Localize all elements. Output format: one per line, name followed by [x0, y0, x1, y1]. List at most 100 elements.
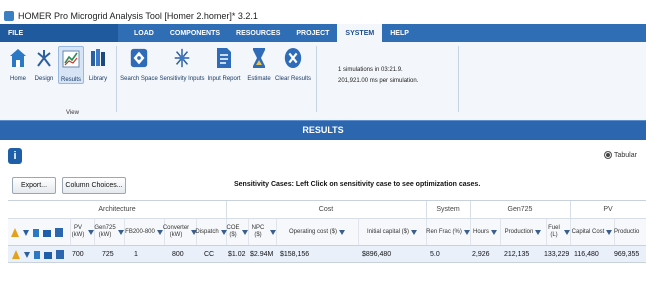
- component-icons: [11, 228, 63, 237]
- view-group-label: View: [66, 110, 79, 116]
- group-system: System: [426, 201, 471, 218]
- results-icon: [61, 47, 81, 71]
- ribbon-tab-bar: FILE LOAD COMPONENTS RESOURCES PROJECT S…: [0, 24, 646, 42]
- tab-file[interactable]: FILE: [0, 24, 118, 42]
- tab-load[interactable]: LOAD: [126, 24, 162, 42]
- clear-results-button[interactable]: Clear Results: [275, 46, 312, 82]
- header-pv[interactable]: PV (kW): [70, 219, 95, 245]
- input-report-icon: [214, 46, 234, 70]
- app-logo-icon: [4, 11, 14, 21]
- cell-gen725: 725: [102, 250, 114, 258]
- filter-icon[interactable]: [491, 229, 497, 235]
- ribbon-divider: [316, 46, 317, 112]
- header-fuel[interactable]: Fuel (L): [546, 219, 571, 245]
- design-icon: [34, 46, 54, 70]
- filter-icon[interactable]: [339, 229, 346, 235]
- input-report-button[interactable]: Input Report: [206, 46, 242, 82]
- column-header-row: PV (kW) Gen725 (kW) FB200-800 Converter …: [8, 219, 646, 246]
- header-production[interactable]: Production: [500, 219, 547, 245]
- cell-dispatch: CC: [204, 250, 215, 258]
- tab-components[interactable]: COMPONENTS: [162, 24, 228, 42]
- table-row[interactable]: 700 725 1 800 CC $1.02 $2.94M $158,156 $…: [8, 246, 646, 263]
- tab-help[interactable]: HELP: [382, 24, 417, 42]
- component-icons: [12, 250, 64, 259]
- cell-coe: $1.02: [228, 250, 246, 258]
- filter-icon[interactable]: [535, 229, 542, 235]
- results-button[interactable]: Results: [58, 46, 84, 84]
- tab-system[interactable]: SYSTEM: [337, 24, 383, 42]
- window-title: HOMER Pro Microgrid Analysis Tool [Homer…: [18, 11, 258, 21]
- ribbon-divider: [458, 46, 459, 112]
- cell-fuel: 133,229: [544, 250, 570, 258]
- filter-icon[interactable]: [411, 229, 418, 235]
- cell-initial-capital: $896,480: [362, 250, 392, 258]
- design-label: Design: [34, 76, 54, 82]
- filter-icon[interactable]: [463, 229, 470, 235]
- header-hours[interactable]: Hours: [470, 219, 501, 245]
- design-button[interactable]: Design: [32, 46, 56, 84]
- ribbon-divider: [116, 46, 117, 112]
- library-icon: [88, 46, 108, 70]
- cell-production-pv: 969,355: [614, 250, 640, 258]
- status-line-simulations: 1 simulations in 03:21.9.: [338, 67, 403, 73]
- cell-capital-cost: 116,480: [574, 250, 599, 258]
- cell-operating-cost: $158,156: [280, 250, 310, 258]
- info-icon[interactable]: i: [8, 148, 22, 164]
- header-icons: [8, 219, 71, 245]
- group-cost: Cost: [226, 201, 427, 218]
- home-button[interactable]: Home: [6, 46, 30, 84]
- cell-converter: 800: [172, 250, 184, 258]
- library-label: Library: [88, 76, 108, 82]
- search-space-button[interactable]: Search Space: [120, 46, 158, 82]
- tab-resources[interactable]: RESOURCES: [228, 24, 288, 42]
- header-initial-capital[interactable]: Initial capital ($): [358, 219, 427, 245]
- clear-results-label: Clear Results: [275, 76, 312, 82]
- header-ren-frac[interactable]: Ren Frac (%): [426, 219, 471, 245]
- group-architecture: Architecture: [8, 201, 227, 218]
- cell-ren-frac: 5.0: [430, 250, 440, 258]
- ribbon-panel: Home Design Results Library View Search …: [0, 42, 646, 121]
- search-space-icon: [129, 46, 149, 70]
- estimate-icon: [249, 46, 269, 70]
- status-line-ms: 201,921.00 ms per simulation.: [338, 78, 419, 84]
- header-fb200[interactable]: FB200-800: [124, 219, 165, 245]
- column-choices-button[interactable]: Column Choices...: [62, 177, 126, 194]
- filter-icon[interactable]: [606, 229, 613, 235]
- sensitivity-inputs-icon: [172, 46, 192, 70]
- header-capital-cost[interactable]: Capital Cost: [570, 219, 615, 245]
- header-npc[interactable]: NPC ($): [248, 219, 277, 245]
- results-table: Architecture Cost System Gen725 PV PV (k…: [8, 200, 646, 263]
- group-pv: PV: [603, 206, 613, 213]
- view-group: Home Design Results Library: [6, 46, 110, 84]
- estimate-button[interactable]: Estimate: [244, 46, 274, 82]
- cell-fb200: 1: [134, 250, 138, 258]
- tab-project[interactable]: PROJECT: [288, 24, 337, 42]
- cell-pv: 700: [72, 250, 84, 258]
- clear-results-icon: [283, 46, 303, 70]
- clipped-top-strip: [0, 0, 646, 8]
- action-group: Search Space Sensitivity Inputs Input Re…: [120, 46, 312, 82]
- header-production-pv[interactable]: Productio: [614, 219, 646, 245]
- window-titlebar: HOMER Pro Microgrid Analysis Tool [Homer…: [0, 8, 646, 24]
- sensitivity-inputs-button[interactable]: Sensitivity Inputs: [159, 46, 205, 82]
- tabular-label: Tabular: [614, 151, 637, 159]
- library-button[interactable]: Library: [86, 46, 110, 84]
- header-converter[interactable]: Converter (kW): [163, 219, 198, 245]
- header-coe[interactable]: COE ($): [226, 219, 249, 245]
- sensitivity-inputs-label: Sensitivity Inputs: [159, 76, 205, 82]
- export-button[interactable]: Export...: [12, 177, 56, 194]
- row-icons: [8, 246, 72, 262]
- header-dispatch[interactable]: Dispatch: [195, 219, 227, 245]
- results-label: Results: [60, 77, 81, 83]
- results-content: i Tabular Export... Column Choices... Se…: [0, 140, 646, 284]
- header-operating-cost[interactable]: Operating cost ($): [276, 219, 359, 245]
- cell-hours: 2,926: [472, 250, 490, 258]
- radio-icon: [604, 151, 612, 159]
- search-space-label: Search Space: [120, 76, 158, 82]
- estimate-label: Estimate: [247, 76, 271, 82]
- cell-npc: $2.94M: [250, 250, 274, 258]
- header-gen725[interactable]: Gen725 (kW): [94, 219, 125, 245]
- tabular-radio[interactable]: Tabular: [604, 151, 637, 159]
- group-gen725: Gen725: [470, 201, 571, 218]
- home-icon: [8, 46, 28, 70]
